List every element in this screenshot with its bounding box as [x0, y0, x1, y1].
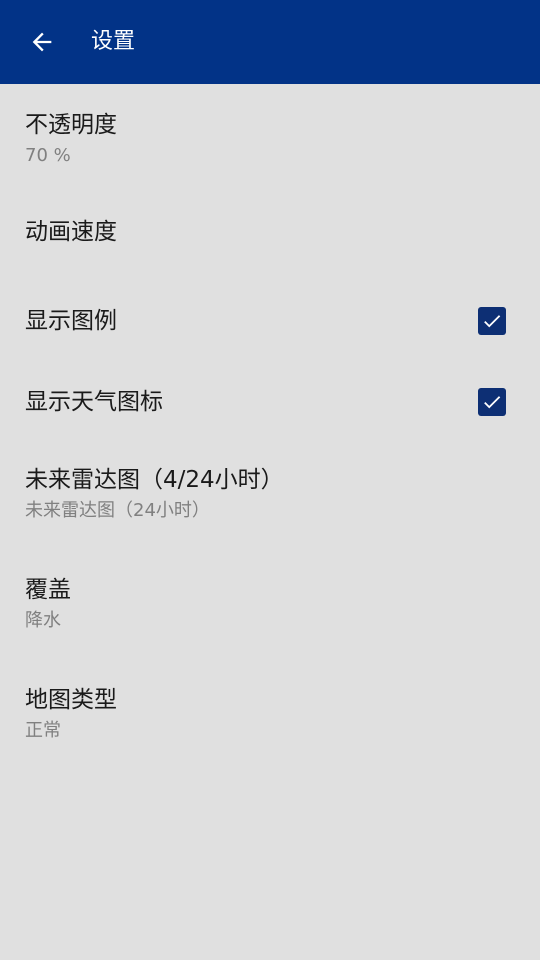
- settings-list: 不透明度 70 % 动画速度 显示图例 显示天气图标 未来雷达图（4/24小时）…: [0, 84, 540, 772]
- pref-map-type-summary: 正常: [25, 720, 61, 741]
- pref-opacity-summary: 70 %: [25, 145, 71, 166]
- pref-show-weather-icons-title: 显示天气图标: [25, 388, 163, 415]
- pref-opacity[interactable]: 不透明度 70 %: [0, 84, 540, 194]
- check-icon: [484, 314, 501, 327]
- show-legend-checkbox[interactable]: [478, 306, 506, 335]
- pref-overlay-title: 覆盖: [25, 577, 71, 603]
- pref-show-weather-icons[interactable]: 显示天气图标: [0, 361, 540, 442]
- pref-future-radar-title: 未来雷达图（4/24小时）: [25, 467, 284, 493]
- back-button[interactable]: [18, 18, 66, 66]
- pref-overlay[interactable]: 覆盖 降水: [0, 552, 540, 662]
- pref-animation-speed[interactable]: 动画速度: [0, 194, 540, 280]
- pref-animation-speed-title: 动画速度: [25, 219, 117, 245]
- pref-show-legend[interactable]: 显示图例: [0, 280, 540, 361]
- pref-future-radar-summary: 未来雷达图（24小时）: [25, 500, 210, 521]
- pref-future-radar[interactable]: 未来雷达图（4/24小时） 未来雷达图（24小时）: [0, 442, 540, 552]
- page-title: 设置: [91, 29, 136, 54]
- pref-map-type-title: 地图类型: [25, 687, 117, 713]
- show-weather-icons-checkbox[interactable]: [478, 387, 506, 416]
- pref-overlay-summary: 降水: [25, 610, 61, 631]
- pref-map-type[interactable]: 地图类型 正常: [0, 662, 540, 772]
- check-icon: [484, 395, 501, 408]
- app-bar: 设置: [0, 0, 540, 84]
- pref-opacity-title: 不透明度: [25, 112, 117, 138]
- arrow-left-icon: [32, 32, 52, 52]
- pref-show-legend-title: 显示图例: [25, 307, 117, 334]
